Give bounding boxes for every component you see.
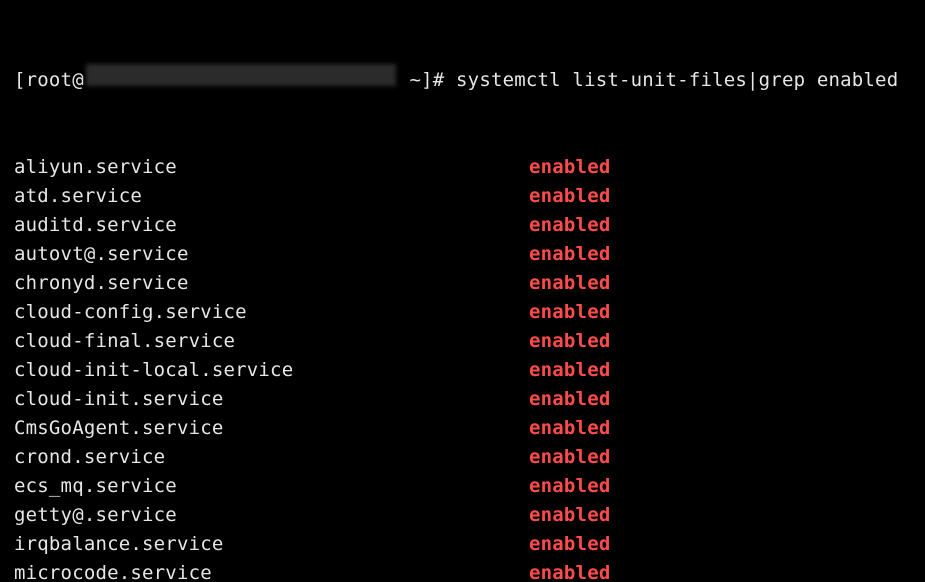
output-row: auditd.serviceenabled — [14, 211, 915, 240]
unit-name: CmsGoAgent.service — [14, 414, 529, 443]
unit-state: enabled — [529, 240, 610, 269]
output-rows: aliyun.serviceenabledatd.serviceenableda… — [14, 153, 915, 582]
prompt-user: [root@ — [14, 66, 84, 95]
unit-name: atd.service — [14, 182, 529, 211]
unit-state: enabled — [529, 559, 610, 582]
output-row: cloud-init-local.serviceenabled — [14, 356, 915, 385]
unit-name: chronyd.service — [14, 269, 529, 298]
unit-name: cloud-init-local.service — [14, 356, 529, 385]
output-row: ecs_mq.serviceenabled — [14, 472, 915, 501]
output-row: aliyun.serviceenabled — [14, 153, 915, 182]
output-row: getty@.serviceenabled — [14, 501, 915, 530]
unit-name: cloud-config.service — [14, 298, 529, 327]
output-row: CmsGoAgent.serviceenabled — [14, 414, 915, 443]
output-row: cloud-init.serviceenabled — [14, 385, 915, 414]
output-row: autovt@.serviceenabled — [14, 240, 915, 269]
hostname-redacted — [86, 64, 396, 86]
output-row: atd.serviceenabled — [14, 182, 915, 211]
unit-name: microcode.service — [14, 559, 529, 582]
unit-state: enabled — [529, 472, 610, 501]
unit-state: enabled — [529, 182, 610, 211]
prompt-tail: ~]# — [398, 66, 456, 95]
output-row: cloud-config.serviceenabled — [14, 298, 915, 327]
unit-name: ecs_mq.service — [14, 472, 529, 501]
unit-name: aliyun.service — [14, 153, 529, 182]
output-row: chronyd.serviceenabled — [14, 269, 915, 298]
output-row: cloud-final.serviceenabled — [14, 327, 915, 356]
unit-state: enabled — [529, 414, 610, 443]
unit-state: enabled — [529, 153, 610, 182]
unit-state: enabled — [529, 501, 610, 530]
unit-state: enabled — [529, 530, 610, 559]
unit-name: cloud-init.service — [14, 385, 529, 414]
unit-state: enabled — [529, 356, 610, 385]
terminal[interactable]: [root@ ~]# systemctl list-unit-files|gre… — [0, 0, 925, 582]
unit-name: getty@.service — [14, 501, 529, 530]
prompt-line: [root@ ~]# systemctl list-unit-files|gre… — [14, 64, 915, 95]
command-text: systemctl list-unit-files|grep enabled — [456, 66, 898, 95]
output-row: irqbalance.serviceenabled — [14, 530, 915, 559]
unit-name: autovt@.service — [14, 240, 529, 269]
unit-name: auditd.service — [14, 211, 529, 240]
unit-state: enabled — [529, 385, 610, 414]
unit-name: crond.service — [14, 443, 529, 472]
unit-state: enabled — [529, 298, 610, 327]
unit-state: enabled — [529, 211, 610, 240]
output-row: crond.serviceenabled — [14, 443, 915, 472]
output-row: microcode.serviceenabled — [14, 559, 915, 582]
unit-state: enabled — [529, 443, 610, 472]
unit-state: enabled — [529, 327, 610, 356]
unit-name: irqbalance.service — [14, 530, 529, 559]
unit-name: cloud-final.service — [14, 327, 529, 356]
unit-state: enabled — [529, 269, 610, 298]
